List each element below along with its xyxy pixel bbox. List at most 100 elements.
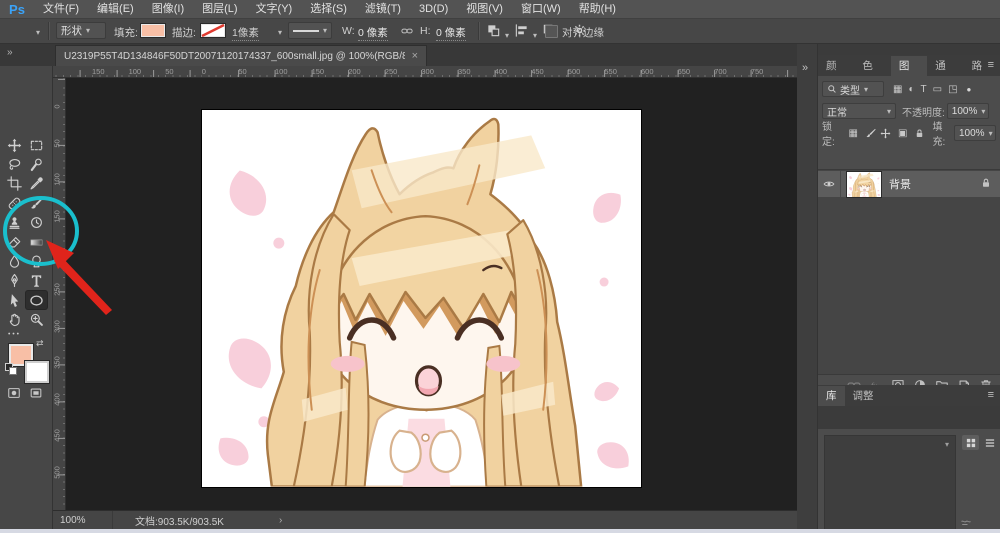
stroke-style-select[interactable]: ▾ [288,22,332,39]
stroke-width-caret-icon[interactable]: ▾ [278,28,282,37]
quick-selection-tool[interactable] [26,155,47,173]
h-ruler-label: 200 [348,67,361,76]
tool-preset-ellipse-icon[interactable] [14,23,30,39]
document-tab[interactable]: U2319P55T4D134846F50DT20071120174337_600… [55,45,427,66]
opacity-label: 不透明度: [902,107,945,119]
close-tab-icon[interactable]: × [412,50,418,62]
ellipse-tool[interactable] [26,291,47,310]
collapse-panels-icon[interactable]: » [802,62,808,74]
lower-panel-tab-0[interactable]: 库 [818,386,845,406]
default-colors-icon[interactable] [5,363,17,375]
panel-tab-row-lower: 库调整 ≡ [818,385,1000,406]
panel-tab-3[interactable]: 通道 [927,56,964,92]
tool-preset-caret-icon[interactable]: ▾ [36,28,40,37]
dodge-tool[interactable] [26,252,47,270]
lock-position-icon[interactable] [880,128,891,139]
layer-filter-select[interactable]: 类型 ▾ [822,81,884,97]
pixel-filter-icon[interactable]: ▦ [893,84,902,95]
status-bar: 100% 文档:903.5K/903.5K › [53,510,797,529]
tool-mode-select[interactable]: 形状 ▾ [56,22,106,39]
menu-item-9[interactable]: 窗口(W) [512,3,570,15]
fill-color-swatch[interactable] [140,23,166,38]
toolbar-collapse-icon[interactable]: » [7,47,13,58]
layer-fill-field[interactable]: 100% ▾ [954,125,996,141]
lock-transparent-icon[interactable]: ▦ [846,128,861,139]
menu-item-7[interactable]: 3D(D) [410,3,457,15]
path-operations-icon[interactable] [486,23,502,39]
menu-item-1[interactable]: 编辑(E) [88,3,143,15]
height-field[interactable]: 0 像素 [436,25,466,41]
panel-tabs: 颜色色板图层通道路径 [818,56,1000,92]
type-filter-icon[interactable]: T [921,84,927,95]
eraser-tool[interactable] [4,233,25,251]
panel-tab-0[interactable]: 颜色 [818,56,855,92]
shape-filter-icon[interactable]: ▭ [933,84,942,95]
layer-thumbnail[interactable] [846,170,882,198]
vertical-ruler[interactable]: 0 50 100 150 200 250 300 350 400 450 500 [53,78,66,510]
menu-item-5[interactable]: 选择(S) [301,3,356,15]
adjustment-filter-icon[interactable]: ◐ [908,84,914,95]
layer-visibility-toggle[interactable] [818,171,841,197]
menu-item-2[interactable]: 图像(I) [143,3,193,15]
marquee-tool[interactable] [26,136,47,154]
h-ruler-label: 700 [714,67,727,76]
menu-item-10[interactable]: 帮助(H) [570,3,625,15]
path-selection-tool[interactable] [4,291,25,309]
lock-all-icon[interactable] [914,128,925,139]
brush-tool[interactable] [26,194,47,212]
lock-icons: ▦ ▣ [844,128,928,139]
blend-mode-select[interactable]: 正常 ▾ [822,103,896,119]
libraries-dropdown-icon[interactable]: ▾ [945,440,949,449]
libraries-menu-icon[interactable]: ≡ [988,389,994,401]
background-color-swatch[interactable] [24,360,50,384]
panel-tab-2[interactable]: 图层 [890,56,928,92]
type-tool[interactable] [26,272,47,290]
horizontal-ruler[interactable]: 150 100 50 0 50 100 150 200 250 300 350 400 450 500 55… [53,66,797,78]
blend-mode-value: 正常 [827,107,847,119]
divider [48,22,50,40]
status-chevron-icon[interactable]: › [279,515,282,526]
grid-view-button[interactable] [962,435,979,450]
menu-item-3[interactable]: 图层(L) [193,3,246,15]
path-alignment-icon[interactable] [514,23,530,39]
menu-item-4[interactable]: 文字(Y) [247,3,302,15]
history-brush-tool[interactable] [26,214,47,232]
zoom-tool[interactable] [26,311,47,329]
lasso-tool[interactable] [4,155,25,173]
quick-mask-icon[interactable] [6,386,24,401]
healing-brush-tool[interactable] [4,194,25,212]
layer-row-background[interactable]: 背景 [818,170,1000,198]
smart-object-filter-icon[interactable]: ◳ [948,84,957,95]
clone-stamp-tool[interactable] [4,214,25,232]
lower-panel-tab-1[interactable]: 调整 [844,386,882,406]
swap-colors-icon[interactable]: ⇄ [36,338,44,349]
panel-menu-icon[interactable]: ≡ [988,59,994,71]
crop-tool[interactable] [4,175,25,193]
pen-tool[interactable] [4,272,25,290]
eyedropper-tool[interactable] [26,175,47,193]
layer-name[interactable]: 背景 [889,176,980,192]
align-edges-checkbox[interactable] [545,25,558,38]
gradient-tool[interactable] [26,233,47,251]
photoshop-window: Ps 文件(F) 编辑(E) 图像(I) 图层(L) 文字(Y) 选择(S) 滤镜(T) 3D… [0,0,1000,533]
lock-artboard-icon[interactable]: ▣ [895,128,910,139]
panel-tab-4[interactable]: 路径 [963,56,1000,92]
document-canvas[interactable] [202,110,641,487]
opacity-field[interactable]: 100% ▾ [946,103,989,119]
stroke-width-value[interactable]: 1像素 [232,25,259,41]
filter-toggle-icon[interactable]: ● [967,85,972,94]
zoom-level-field[interactable]: 100% [53,511,113,529]
move-tool[interactable] [4,136,25,154]
panel-tab-1[interactable]: 色板 [854,56,891,92]
list-view-button[interactable] [981,435,998,450]
menu-item-8[interactable]: 视图(V) [457,3,512,15]
screen-mode-icon[interactable] [28,386,46,401]
lock-image-icon[interactable] [865,128,876,139]
stroke-color-swatch[interactable] [200,23,226,38]
width-field[interactable]: 0 像素 [358,25,388,41]
edit-toolbar-ellipsis-icon[interactable] [3,324,24,342]
blur-tool[interactable] [4,252,25,270]
menu-item-0[interactable]: 文件(F) [34,3,88,15]
menu-item-6[interactable]: 滤镜(T) [356,3,410,15]
link-dimensions-icon[interactable] [400,25,416,41]
